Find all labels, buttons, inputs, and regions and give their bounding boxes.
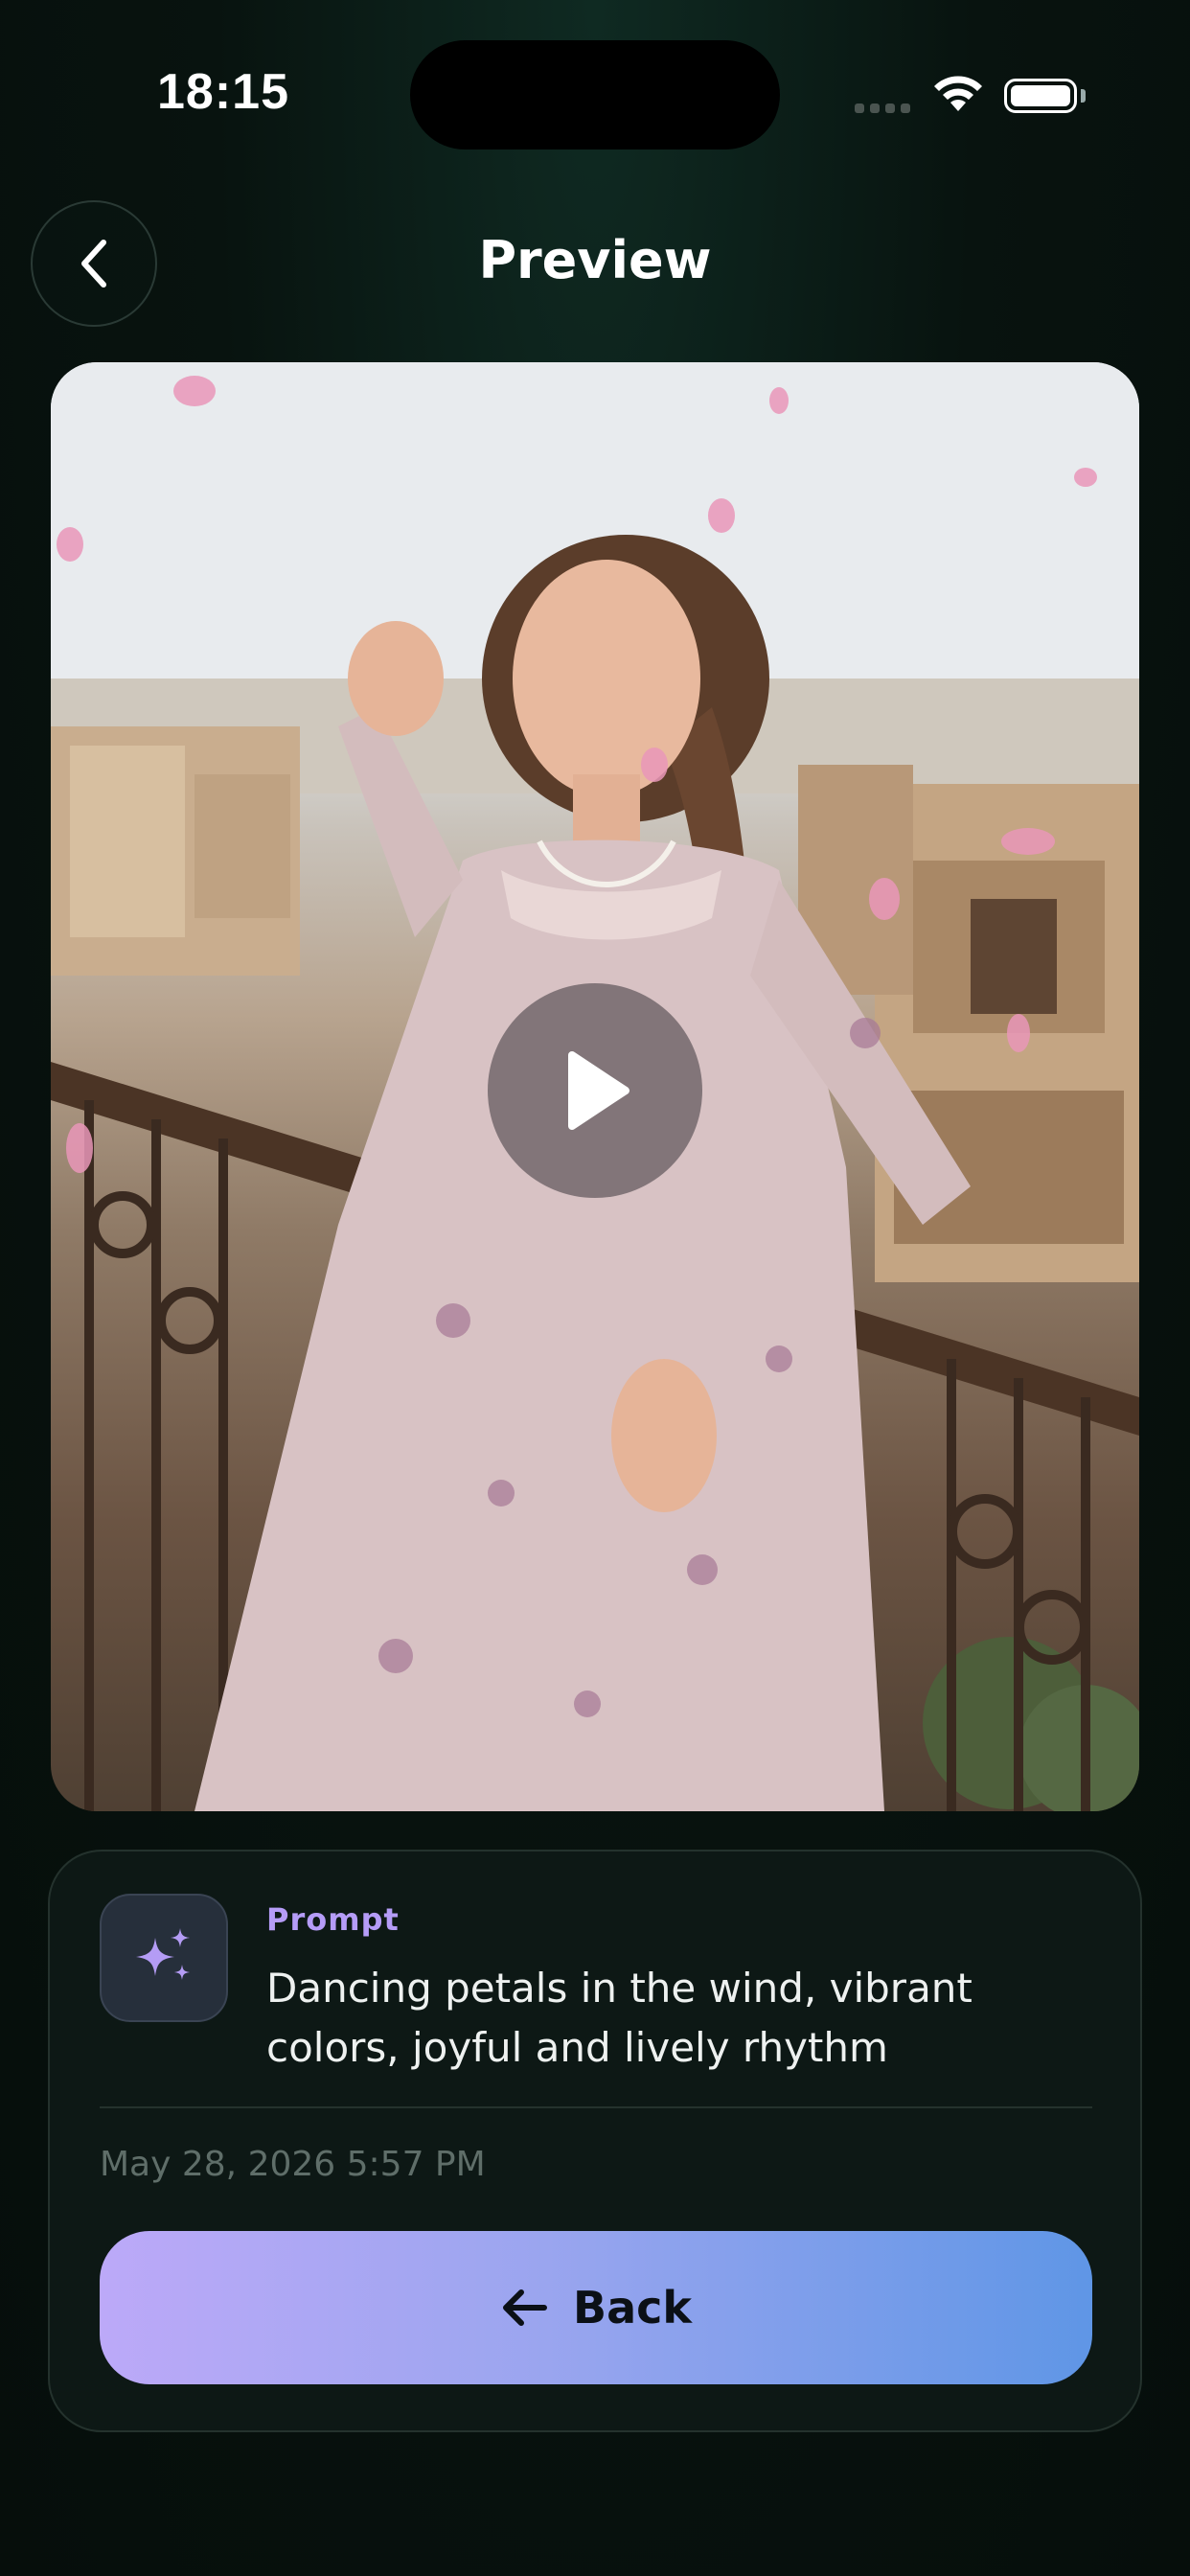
- video-preview[interactable]: [51, 362, 1139, 1811]
- back-button-label: Back: [573, 2282, 692, 2334]
- back-button[interactable]: Back: [100, 2231, 1092, 2384]
- wifi-icon: [934, 76, 982, 111]
- divider: [100, 2106, 1092, 2108]
- play-icon: [568, 1051, 629, 1130]
- battery-icon: [1004, 79, 1077, 113]
- prompt-label: Prompt: [266, 1901, 400, 1938]
- prompt-text: Dancing petals in the wind, vibrant colo…: [266, 1965, 973, 2071]
- page-title: Preview: [478, 230, 712, 290]
- prompt-icon-box: [100, 1894, 228, 2022]
- prompt-card: Prompt Dancing petals in the wind, vibra…: [48, 1850, 1142, 2432]
- status-time: 18:15: [157, 64, 289, 120]
- dynamic-island: [410, 40, 780, 150]
- created-date: May 28, 2026 5:57 PM: [100, 2145, 486, 2184]
- signal-icon: [855, 104, 910, 113]
- sparkles-icon: [136, 1928, 190, 1980]
- play-button[interactable]: [488, 983, 702, 1198]
- arrow-left-icon: [503, 2289, 548, 2326]
